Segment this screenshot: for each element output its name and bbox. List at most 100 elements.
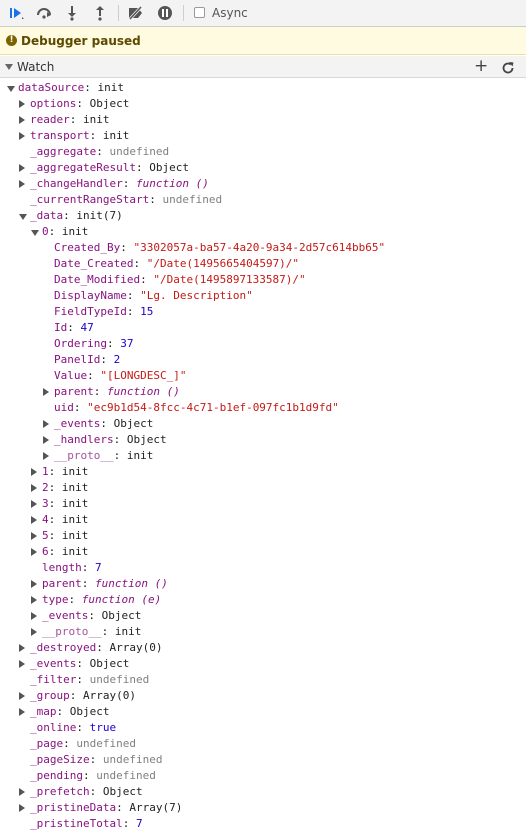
property-value: undefined — [109, 145, 170, 158]
expanded-triangle-icon[interactable] — [19, 214, 27, 220]
watch-section-header[interactable]: Watch + — [0, 56, 526, 78]
tree-row: _aggregate: undefined — [0, 144, 526, 160]
collapsed-triangle-icon[interactable] — [19, 660, 25, 668]
collapsed-triangle-icon[interactable] — [31, 500, 37, 508]
collapsed-triangle-icon[interactable] — [31, 612, 37, 620]
property-key: DisplayName — [54, 289, 127, 302]
tree-row[interactable]: dataSource: init — [0, 80, 526, 96]
tree-row[interactable]: _map: Object — [0, 704, 526, 720]
tree-row[interactable]: _aggregateResult: Object — [0, 160, 526, 176]
tree-row[interactable]: transport: init — [0, 128, 526, 144]
tree-row[interactable]: _data: init(7) — [0, 208, 526, 224]
tree-row[interactable]: reader: init — [0, 112, 526, 128]
property-value: Object — [113, 417, 154, 430]
tree-row: _page: undefined — [0, 736, 526, 752]
async-checkbox[interactable] — [194, 7, 205, 18]
tree-row[interactable]: _changeHandler: function () — [0, 176, 526, 192]
collapsed-triangle-icon[interactable] — [19, 708, 25, 716]
breakpoints-off-icon[interactable] — [127, 4, 145, 22]
collapsed-triangle-icon[interactable] — [31, 580, 37, 588]
collapsed-triangle-icon[interactable] — [31, 596, 37, 604]
property-value: init — [61, 225, 89, 238]
collapse-triangle-icon[interactable] — [5, 64, 13, 70]
tree-row[interactable]: __proto__: init — [0, 624, 526, 640]
collapsed-triangle-icon[interactable] — [31, 468, 37, 476]
refresh-icon[interactable] — [501, 60, 515, 79]
resume-icon[interactable] — [7, 4, 25, 22]
property-key: 1 — [42, 465, 49, 478]
collapsed-triangle-icon[interactable] — [19, 116, 25, 124]
property-key: __proto__ — [54, 449, 114, 462]
tree-row[interactable]: 1: init — [0, 464, 526, 480]
tree-row[interactable]: 3: init — [0, 496, 526, 512]
property-key: parent — [42, 577, 82, 590]
tree-row-content: _aggregate: undefined — [30, 144, 169, 160]
expanded-triangle-icon[interactable] — [31, 230, 39, 236]
collapsed-triangle-icon[interactable] — [19, 644, 25, 652]
collapsed-triangle-icon[interactable] — [43, 436, 49, 444]
collapsed-triangle-icon[interactable] — [19, 804, 25, 812]
property-key: uid — [54, 401, 74, 414]
property-key: transport — [30, 129, 90, 142]
property-value: "Lg. Description" — [140, 289, 253, 302]
collapsed-triangle-icon[interactable] — [19, 164, 25, 172]
pause-icon[interactable] — [156, 4, 174, 22]
collapsed-triangle-icon[interactable] — [43, 452, 49, 460]
property-key: _aggregateResult — [30, 161, 136, 174]
collapsed-triangle-icon[interactable] — [31, 516, 37, 524]
collapsed-triangle-icon[interactable] — [43, 388, 49, 396]
tree-row[interactable]: _group: Array(0) — [0, 688, 526, 704]
tree-row: DisplayName: "Lg. Description" — [0, 288, 526, 304]
collapsed-triangle-icon[interactable] — [31, 548, 37, 556]
tree-row-content: _events: Object — [30, 656, 129, 672]
plus-icon[interactable]: + — [474, 58, 488, 75]
tree-row[interactable]: _events: Object — [0, 608, 526, 624]
key-separator: : — [100, 353, 114, 366]
tree-row[interactable]: __proto__: init — [0, 448, 526, 464]
tree-row[interactable]: 6: init — [0, 544, 526, 560]
tree-row[interactable]: _events: Object — [0, 416, 526, 432]
collapsed-triangle-icon[interactable] — [19, 180, 25, 188]
expanded-triangle-icon[interactable] — [7, 86, 15, 92]
tree-row[interactable]: _events: Object — [0, 656, 526, 672]
step-over-icon[interactable] — [35, 4, 53, 22]
step-into-icon[interactable] — [63, 4, 81, 22]
tree-row[interactable]: 0: init — [0, 224, 526, 240]
collapsed-triangle-icon[interactable] — [19, 100, 25, 108]
property-key: _pageSize — [30, 753, 90, 766]
step-out-icon[interactable] — [91, 4, 109, 22]
tree-row: Value: "[LONGDESC_]" — [0, 368, 526, 384]
collapsed-triangle-icon[interactable] — [19, 692, 25, 700]
tree-row[interactable]: 2: init — [0, 480, 526, 496]
tree-row[interactable]: options: Object — [0, 96, 526, 112]
tree-row[interactable]: _destroyed: Array(0) — [0, 640, 526, 656]
tree-row[interactable]: _pristineData: Array(7) — [0, 800, 526, 816]
property-value: init — [83, 113, 110, 126]
tree-row[interactable]: 5: init — [0, 528, 526, 544]
tree-row[interactable]: parent: function () — [0, 576, 526, 592]
tree-row-content: _page: undefined — [30, 736, 136, 752]
property-key: Date_Modified — [54, 273, 141, 286]
property-value: function () — [95, 577, 168, 590]
collapsed-triangle-icon[interactable] — [19, 132, 25, 140]
tree-row[interactable]: _handlers: Object — [0, 432, 526, 448]
tree-row[interactable]: parent: function () — [0, 384, 526, 400]
tree-row-content: options: Object — [30, 96, 129, 112]
tree-row[interactable]: 4: init — [0, 512, 526, 528]
collapsed-triangle-icon[interactable] — [19, 788, 25, 796]
collapsed-triangle-icon[interactable] — [31, 628, 37, 636]
collapsed-triangle-icon[interactable] — [31, 532, 37, 540]
tree-row: Date_Modified: "/Date(1495897133587)/" — [0, 272, 526, 288]
tree-row-content: _pending: undefined — [30, 768, 156, 784]
property-key: PanelId — [54, 353, 101, 366]
tree-row[interactable]: type: function (e) — [0, 592, 526, 608]
collapsed-triangle-icon[interactable] — [31, 484, 37, 492]
property-value: Array(7) — [129, 801, 183, 814]
property-value: "/Date(1495897133587)/" — [153, 273, 306, 286]
collapsed-triangle-icon[interactable] — [43, 420, 49, 428]
key-separator: : — [56, 705, 70, 718]
property-key: length — [42, 561, 82, 574]
property-key: _destroyed — [30, 641, 97, 654]
tree-row[interactable]: _prefetch: Object — [0, 784, 526, 800]
property-value: "[LONGDESC_]" — [100, 369, 187, 382]
